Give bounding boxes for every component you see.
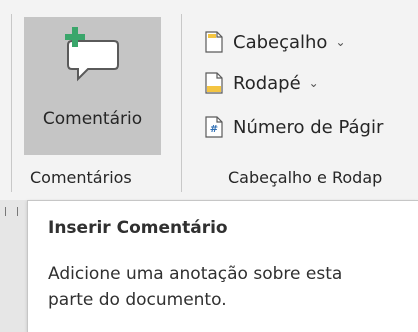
footer-icon bbox=[205, 72, 223, 94]
comments-group-label: Comentários bbox=[30, 168, 132, 187]
page-number-button[interactable]: # Número de Págir bbox=[205, 112, 383, 142]
ruler-mark: | bbox=[4, 207, 8, 217]
page-number-label: Número de Págir bbox=[233, 116, 384, 138]
header-footer-group-label: Cabeçalho e Rodap bbox=[228, 168, 383, 187]
svg-text:#: # bbox=[210, 124, 218, 135]
new-comment-icon bbox=[62, 25, 124, 89]
ribbon-separator-middle bbox=[181, 14, 182, 192]
ribbon-separator-left bbox=[11, 14, 12, 192]
ribbon: Comentário Comentários Cabeçalho ⌄ Rodap… bbox=[0, 0, 418, 200]
footer-label: Rodapé bbox=[233, 72, 301, 94]
footer-chevron-down-icon: ⌄ bbox=[308, 76, 319, 90]
header-chevron-down-icon: ⌄ bbox=[335, 35, 346, 49]
header-label: Cabeçalho bbox=[233, 31, 328, 53]
new-comment-label: Comentário bbox=[42, 109, 143, 129]
new-comment-button[interactable]: Comentário bbox=[24, 17, 161, 155]
ruler-mark: | bbox=[16, 207, 20, 217]
page-number-icon: # bbox=[205, 116, 223, 138]
header-icon bbox=[205, 31, 223, 53]
header-button[interactable]: Cabeçalho ⌄ bbox=[205, 27, 346, 57]
footer-button[interactable]: Rodapé ⌄ bbox=[205, 68, 319, 98]
tooltip-title: Inserir Comentário bbox=[48, 218, 228, 238]
tooltip-description: Adicione uma anotação sobre esta parte d… bbox=[48, 264, 343, 310]
tooltip: Inserir Comentário Adicione uma anotação… bbox=[27, 200, 418, 332]
